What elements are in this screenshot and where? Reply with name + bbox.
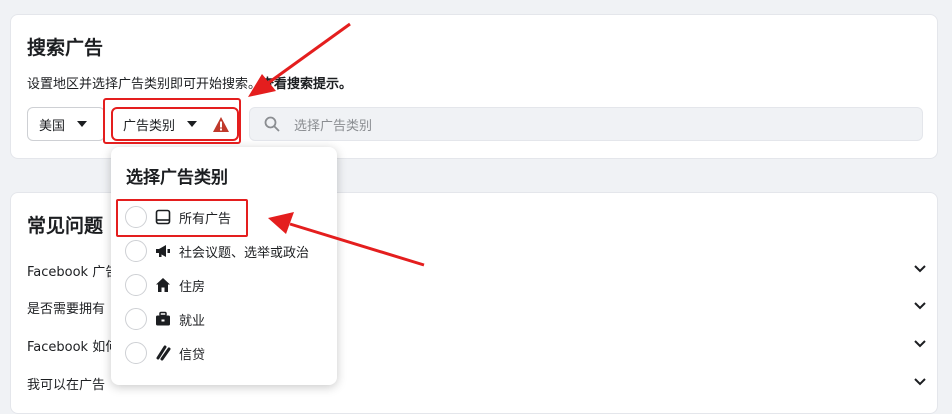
annotation-arrow-lower — [268, 212, 425, 267]
annotation-arrows — [248, 22, 425, 267]
annotation-arrow-upper — [248, 22, 351, 97]
